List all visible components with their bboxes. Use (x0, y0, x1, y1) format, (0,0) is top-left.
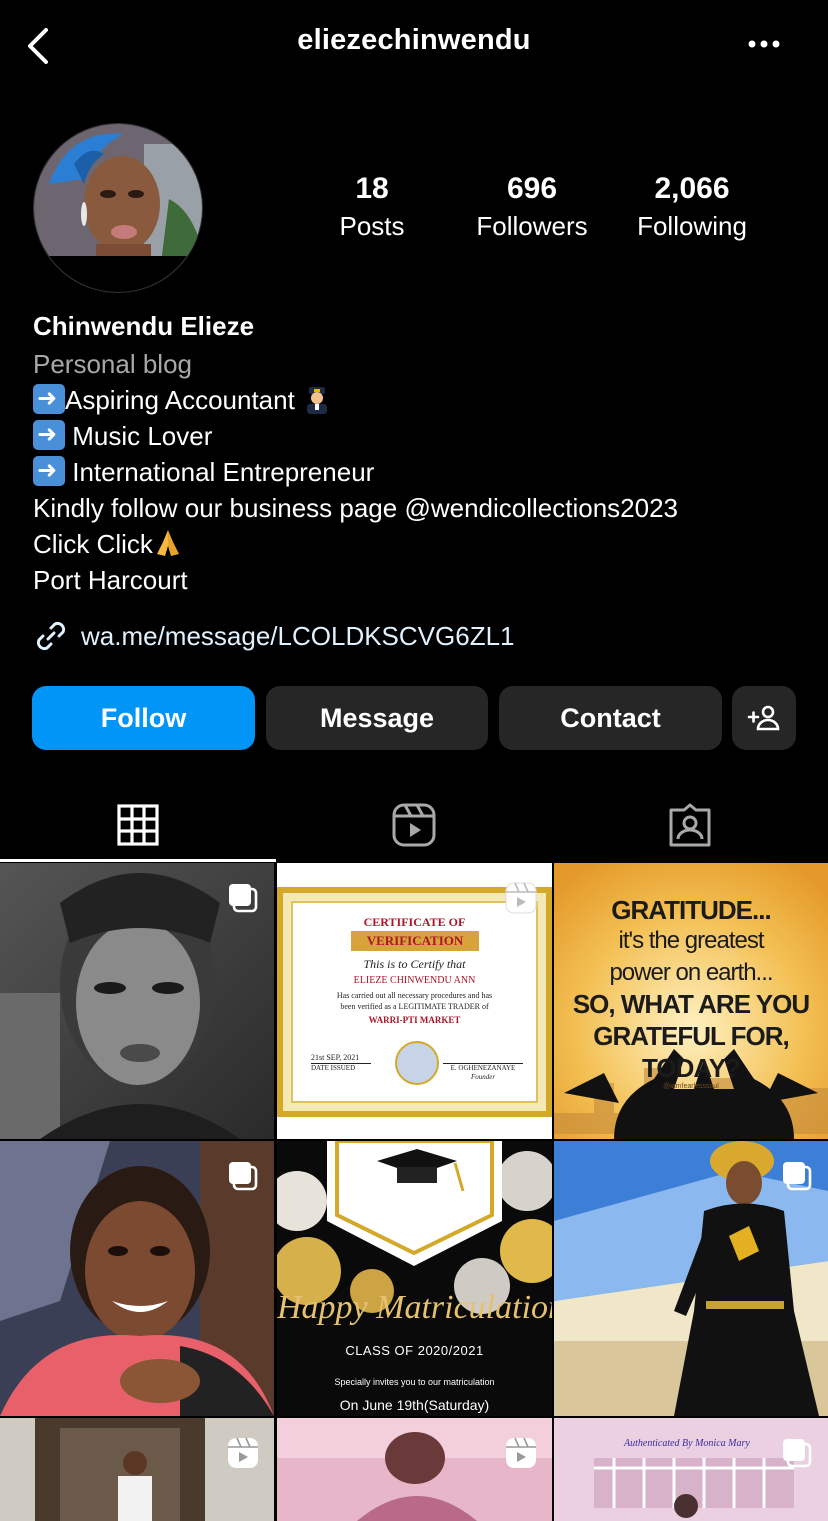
certificate-title: CERTIFICATE OF (363, 915, 466, 929)
quote-credit: @iamfearlesssoul (663, 1083, 719, 1090)
quote-line-1: GRATITUDE... (611, 895, 771, 925)
reel-icon (506, 1437, 536, 1468)
bio-location: Port Harcourt (33, 565, 188, 595)
followers-count: 696 (506, 172, 558, 205)
more-options-button[interactable] (744, 32, 788, 56)
bio-line-music: Music Lover (33, 417, 213, 454)
carousel-icon (229, 1162, 258, 1191)
follow-button[interactable]: Follow (32, 686, 255, 750)
tab-reels[interactable] (276, 790, 552, 860)
message-button[interactable]: Message (266, 686, 488, 750)
bio-line-business: Kindly follow our business page @wendico… (33, 493, 678, 523)
right-arrow-emoji-icon (33, 381, 65, 417)
profile-link[interactable]: wa.me/message/LCOLDKSCVG6ZL1 (33, 616, 515, 656)
matric-invite: Specially invites you to our matriculati… (334, 1377, 495, 1387)
matric-date: On June 19th(Saturday) (339, 1397, 490, 1413)
certificate-name: ELIEZE CHINWENDU ANN (353, 975, 476, 986)
quote-line-2: it's the greatest (618, 927, 765, 954)
profile-full-name: Chinwendu Elieze (33, 311, 255, 341)
tagged-person-icon (669, 803, 711, 847)
matric-script-title: Happy Matriculation (277, 1289, 552, 1326)
quote-line-4: SO, WHAT ARE YOU (572, 989, 810, 1019)
following-label: Following (637, 211, 747, 241)
post-thumbnail-9[interactable]: Authenticated By Monica Mary (554, 1418, 828, 1521)
reels-icon (392, 803, 436, 847)
certificate-certify: This is to Certify that (363, 957, 466, 971)
matric-class: CLASS OF 2020/2021 (345, 1343, 484, 1358)
posts-count: 18 (355, 172, 389, 205)
right-arrow-emoji-icon (33, 453, 65, 489)
stat-followers[interactable]: 696 Followers (462, 170, 602, 244)
certificate-body-1: Has carried out all necessary procedures… (336, 991, 493, 1000)
followers-label: Followers (476, 211, 588, 241)
tab-tagged[interactable] (552, 790, 828, 860)
matriculation-background (277, 1141, 552, 1314)
link-icon (36, 621, 66, 651)
tab-posts-grid[interactable] (0, 790, 276, 860)
posts-label: Posts (339, 211, 405, 241)
bio-line-accountant: Aspiring Accountant (33, 381, 332, 418)
certificate-banner: VERIFICATION (351, 931, 479, 951)
certificate-signer-role: Founder (470, 1073, 496, 1081)
certificate-date: 21st SEP, 2021 (311, 1053, 360, 1062)
more-dots-icon (748, 40, 780, 48)
quote-line-3: power on earth... (609, 959, 773, 986)
certificate-signer: E. OGHENEZANAYE (443, 1063, 523, 1072)
bio-line-entrepreneur: International Entrepreneur (33, 453, 375, 490)
pilot-emoji-icon (307, 387, 328, 414)
post-thumbnail-7[interactable] (0, 1418, 274, 1521)
grid-icon (117, 804, 159, 846)
folded-hands-emoji-icon (156, 530, 179, 556)
post-thumbnail-6[interactable] (554, 1141, 828, 1416)
stat-following[interactable]: 2,066 Following (622, 170, 762, 244)
bio-text: Click Click (33, 529, 153, 559)
post-thumbnail-8[interactable] (277, 1418, 552, 1521)
post-caption-overlay: Authenticated By Monica Mary (624, 1438, 750, 1449)
carousel-icon (783, 1162, 812, 1191)
certificate-market: WARRI-PTI MARKET (368, 1015, 461, 1025)
stat-posts[interactable]: 18 Posts (322, 170, 422, 244)
contact-button[interactable]: Contact (499, 686, 722, 750)
bio-line-click: Click Click (33, 526, 183, 562)
suggested-users-button[interactable] (732, 686, 796, 750)
certificate-photo (395, 1041, 439, 1085)
add-person-icon (747, 705, 780, 731)
quote-line-5: GRATEFUL FOR, (593, 1021, 789, 1051)
post-thumbnail-1[interactable] (0, 863, 274, 1139)
reel-icon (505, 882, 537, 914)
avatar-photo (34, 124, 202, 292)
active-tab-indicator (0, 859, 276, 862)
bio-text: Music Lover (65, 421, 213, 451)
certificate-body-2: been verified as a LEGITIMATE TRADER of (340, 1002, 489, 1011)
post-thumbnail-3[interactable]: GRATITUDE... it's the greatest power on … (554, 863, 828, 1139)
carousel-icon (229, 884, 258, 913)
right-arrow-emoji-icon (33, 417, 65, 453)
certificate-date-label: DATE ISSUED (311, 1063, 371, 1072)
following-count: 2,066 (654, 172, 730, 205)
post-thumbnail-5[interactable]: Happy Matriculation CLASS OF 2020/2021 S… (277, 1141, 552, 1416)
post-thumbnail-4[interactable] (0, 1141, 274, 1416)
bio-text: International Entrepreneur (65, 457, 375, 487)
profile-category: Personal blog (33, 349, 192, 379)
profile-link-text: wa.me/message/LCOLDKSCVG6ZL1 (81, 620, 515, 651)
profile-avatar[interactable] (33, 123, 203, 293)
post-thumbnail-2[interactable]: CERTIFICATE OF VERIFICATION This is to C… (277, 863, 552, 1139)
bio-text: Aspiring Accountant (65, 385, 303, 415)
carousel-icon (783, 1439, 812, 1468)
quote-line-6: TODAY? (641, 1053, 741, 1083)
reel-icon (228, 1437, 258, 1468)
certificate-frame: CERTIFICATE OF VERIFICATION This is to C… (277, 887, 552, 1117)
profile-username: eliezechinwendu (297, 24, 531, 56)
